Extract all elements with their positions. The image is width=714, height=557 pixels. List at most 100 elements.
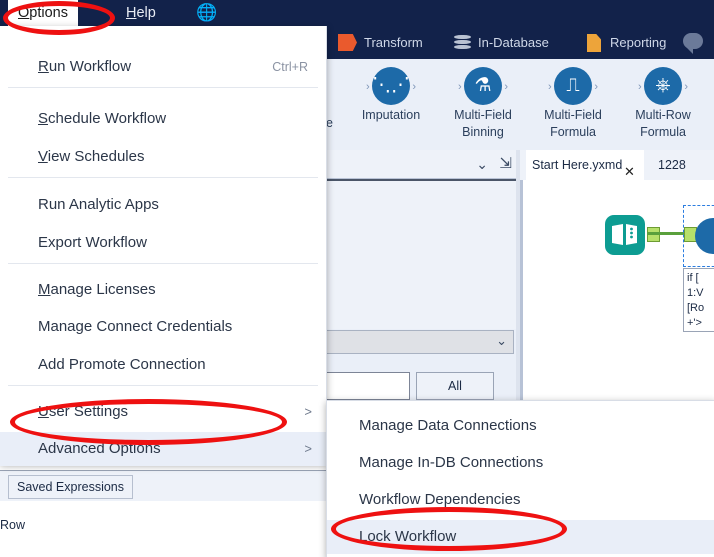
menu-item-advanced-options[interactable]: Advanced Options > <box>0 432 326 466</box>
expressions-pane: Saved Expressions <box>0 470 326 501</box>
ribbon-tool-multirow-formula[interactable]: ⎈ › › Multi-Row Formula <box>620 67 706 139</box>
menu-item-ser-settings[interactable]: User Settings > <box>0 395 326 429</box>
ribbon-tool-multifield-formula[interactable]: ⎍ › › Multi-Field Formula <box>530 67 616 139</box>
imputation-icon: ⋱⋰ <box>372 67 410 105</box>
multirow-formula-glyph: ⎈ <box>655 75 671 96</box>
ribbon-tool-label-2: Formula <box>640 125 686 139</box>
menubar-item-help[interactable]: Help <box>116 0 166 26</box>
menu-item-label: Schedule Workflow <box>38 110 167 127</box>
document-tab-1228[interactable]: 1228 <box>652 150 712 180</box>
ribbon-tool-label: Multi-Row <box>635 108 691 122</box>
menu-item-accel-char: U <box>38 403 49 420</box>
menu-separator <box>8 177 318 178</box>
menu-item-label: Manage Connect Credentials <box>38 318 233 335</box>
code-line: 1:V <box>687 287 704 299</box>
menu-item-label: Export Workflow <box>38 234 147 251</box>
submenu-item-lock-workflow[interactable]: Lock Workflow <box>327 520 714 554</box>
code-line: +'> <box>687 317 702 329</box>
submenu-item-manage-in-db-connections[interactable]: Manage In-DB Connections <box>327 446 714 480</box>
submenu-item-workflow-dependencies[interactable]: Workflow Dependencies <box>327 483 714 517</box>
configuration-panel: ⌄ ⇲ ⌄ All <box>0 150 520 406</box>
menu-item-label: User Settings <box>38 403 129 420</box>
pin-icon[interactable]: ⇲ <box>499 154 512 172</box>
ribbon-tab-strip: Transform In-Database Reporting <box>326 26 714 59</box>
ribbon-tab-label: Transform <box>364 35 423 50</box>
configuration-panel-header: ⌄ ⇲ <box>326 150 520 179</box>
menu-item-shortcut: Ctrl+R <box>272 60 308 74</box>
report-page-icon <box>587 34 601 52</box>
menubar-item-help-rest: elp <box>136 5 156 21</box>
connection-wire[interactable] <box>647 232 685 235</box>
ribbon-tool-label: Imputation <box>361 108 421 122</box>
tool-input-arrow: › <box>548 81 552 93</box>
tool-input-arrow: › <box>458 81 462 93</box>
menu-item-iew-schedules[interactable]: View Schedules <box>0 140 326 174</box>
all-filter-button[interactable]: All <box>416 372 494 400</box>
submenu-item-label: Manage In-DB Connections <box>359 454 544 471</box>
menu-item-accel-char: S <box>38 110 49 127</box>
options-dropdown-menu: Run Workflow Ctrl+R Schedule Workflow View … <box>0 26 327 466</box>
submenu-item-label: Manage Data Connections <box>359 417 537 434</box>
submenu-item-manage-data-connections[interactable]: Manage Data Connections <box>327 409 714 443</box>
document-tab-strip: Start Here.yxmd ✕ 1228 <box>520 150 714 181</box>
menu-item-label: View Schedules <box>38 148 145 165</box>
menu-item-add-promote-connection[interactable]: Add Promote Connection <box>0 348 326 382</box>
tool-input-arrow: › <box>638 81 642 93</box>
menu-separator <box>8 385 318 386</box>
chevron-down-icon[interactable]: ⌄ <box>476 156 488 173</box>
menu-separator <box>8 87 318 88</box>
document-tab-start-here[interactable]: Start Here.yxmd ✕ <box>526 150 644 180</box>
menubar-item-options-rest: ptions <box>29 5 68 21</box>
multirow-formula-icon: ⎈ <box>644 67 682 105</box>
multifield-formula-glyph: ⎍ <box>566 75 580 96</box>
chat-bubble-icon[interactable] <box>683 33 703 49</box>
menu-item-chedule-workflow[interactable]: Schedule Workflow <box>0 102 326 136</box>
ribbon-tool-multifield-binning[interactable]: ⚗ › › Multi-Field Binning <box>440 67 526 139</box>
globe-icon[interactable]: 🌐 <box>196 3 217 23</box>
chevron-right-icon: > <box>304 441 312 456</box>
multifield-binning-glyph: ⚗ <box>474 75 492 96</box>
book-tool-icon[interactable] <box>605 215 645 255</box>
menubar-item-options-accel: O <box>18 5 30 21</box>
ribbon-tool-label: Multi-Field <box>454 108 512 122</box>
menubar-item-help-accel: H <box>126 5 137 21</box>
menu-item-export-workflow[interactable]: Export Workflow <box>0 226 326 260</box>
menubar-item-options[interactable]: Options <box>8 0 78 26</box>
multifield-formula-icon: ⎍ <box>554 67 592 105</box>
menu-item-anage-licenses[interactable]: Manage Licenses <box>0 273 326 307</box>
database-icon <box>454 35 471 50</box>
code-line: if [ <box>687 272 699 284</box>
app-window: e ⋱⋰ › › Imputation ⚗ › › Multi-Field Bi… <box>0 0 714 557</box>
ribbon-tool-label-2: Formula <box>550 125 596 139</box>
menu-item-run-analytic-apps[interactable]: Run Analytic Apps <box>0 188 326 222</box>
transform-icon <box>338 34 357 51</box>
menu-item-manage-connect-credentials[interactable]: Manage Connect Credentials <box>0 310 326 344</box>
ribbon-tab-label: Reporting <box>610 35 667 50</box>
menu-item-un-workflow[interactable]: Run Workflow Ctrl+R <box>0 50 326 84</box>
menu-item-label: Add Promote Connection <box>38 356 206 373</box>
code-line: [Ro <box>687 302 705 314</box>
submenu-item-label: Workflow Dependencies <box>359 491 521 508</box>
document-tab-label: 1228 <box>658 158 686 172</box>
ribbon-edge-label: e <box>326 116 333 130</box>
menu-item-label: Manage Licenses <box>38 281 156 298</box>
multifield-binning-icon: ⚗ <box>464 67 502 105</box>
imputation-glyph: ⋱⋰ <box>372 75 410 96</box>
menu-bar: Options Help 🌐 <box>0 0 714 26</box>
annotation-code-box: if [ 1:V [Ro +'> <box>683 268 714 332</box>
ribbon-tab-label: In-Database <box>478 35 549 50</box>
ribbon-tool-gallery: e ⋱⋰ › › Imputation ⚗ › › Multi-Field Bi… <box>326 59 714 151</box>
ribbon-tool-label-2: Binning <box>462 125 504 139</box>
menu-item-accel-char: R <box>38 58 49 75</box>
tool-output-arrow: › <box>684 81 688 93</box>
chevron-right-icon: > <box>304 404 312 419</box>
book-glyph <box>612 224 637 245</box>
tool-input-arrow: › <box>366 81 370 93</box>
ribbon-tool-imputation[interactable]: ⋱⋰ › › Imputation <box>348 67 434 125</box>
tool-output-arrow: › <box>504 81 508 93</box>
submenu-item-label: Lock Workflow <box>359 528 457 545</box>
tool-output-arrow: › <box>594 81 598 93</box>
saved-expressions-tab[interactable]: Saved Expressions <box>8 475 134 499</box>
advanced-options-submenu: Manage Data Connections Manage In-DB Conn… <box>326 400 714 557</box>
document-tab-label: Start Here.yxmd <box>532 158 623 172</box>
